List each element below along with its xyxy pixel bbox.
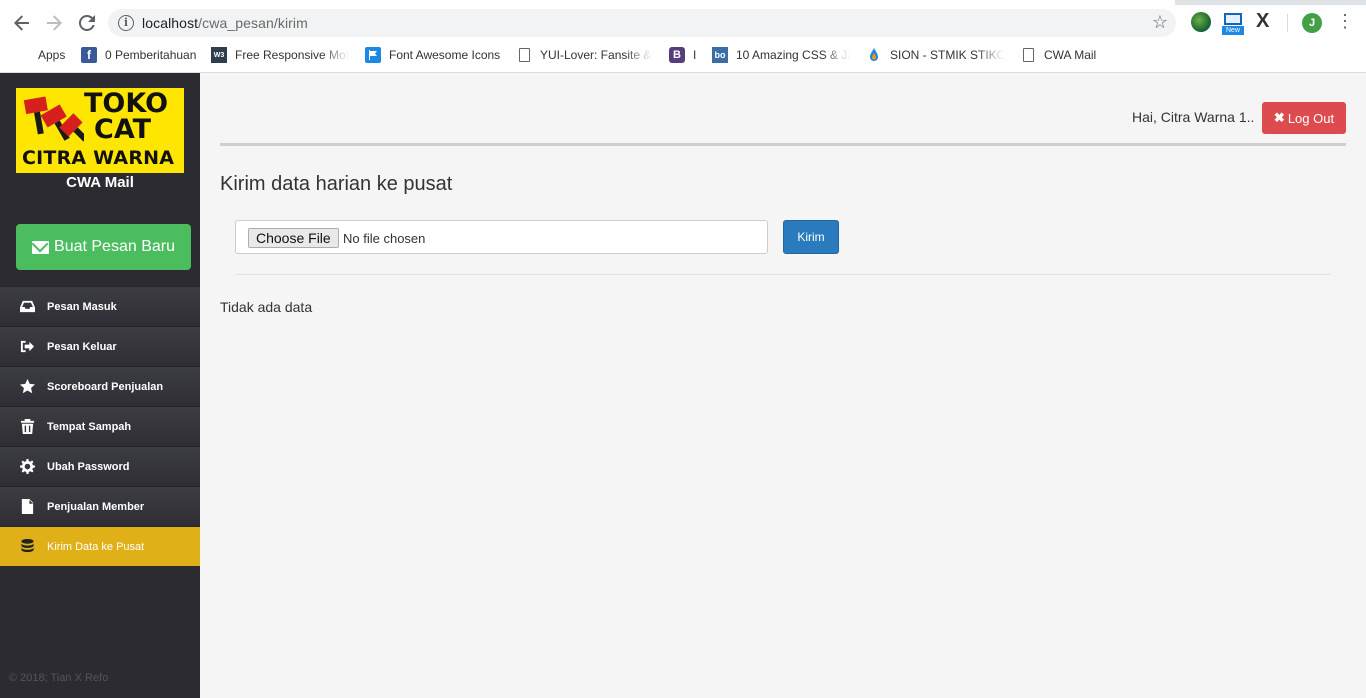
close-icon: ✖ xyxy=(1273,110,1285,125)
document-icon xyxy=(1020,47,1036,63)
back-icon[interactable] xyxy=(11,12,33,34)
bootstrap-icon: B xyxy=(669,47,685,63)
compose-label: Buat Pesan Baru xyxy=(54,238,175,255)
submit-button[interactable]: Kirim xyxy=(783,220,839,254)
bookmark-10-amazing[interactable]: bo 10 Amazing CSS & Ja xyxy=(712,44,850,66)
sidebar-item-ubah-password[interactable]: Ubah Password xyxy=(0,446,200,486)
sidebar: TOKO CAT CITRA WARNA CWA Mail Buat Pesan… xyxy=(0,73,200,698)
drop-icon xyxy=(866,47,882,63)
choose-file-button[interactable]: Choose File xyxy=(248,228,339,248)
sidebar-item-label: Ubah Password xyxy=(47,460,130,473)
w3-icon: W3 xyxy=(211,47,227,63)
tab-strip xyxy=(0,0,1366,5)
info-icon[interactable]: i xyxy=(118,15,134,31)
x-extension-icon[interactable]: X xyxy=(1256,10,1276,32)
apps-grid-icon xyxy=(14,47,30,63)
logout-button[interactable]: ✖ Log Out xyxy=(1262,102,1346,134)
bookmark-label: SION - STMIK STIKOI xyxy=(890,48,1004,62)
sidebar-item-label: Kirim Data ke Pusat xyxy=(47,540,145,553)
address-bar[interactable]: i localhost/cwa_pesan/kirim ☆ xyxy=(108,9,1176,37)
toolbar-divider xyxy=(1287,14,1288,32)
new-badge: New xyxy=(1222,26,1244,35)
bookmark-label: Free Responsive Mob xyxy=(235,48,349,62)
bookmark-yui-lover[interactable]: YUI-Lover: Fansite & xyxy=(516,44,652,66)
app-name: CWA Mail xyxy=(66,174,134,191)
file-icon xyxy=(19,499,35,515)
star-icon xyxy=(19,379,35,395)
sidebar-item-label: Pesan Keluar xyxy=(47,340,117,353)
sidebar-item-kirim-data[interactable]: Kirim Data ke Pusat xyxy=(0,526,200,566)
trash-icon xyxy=(19,419,35,435)
sidebar-item-label: Scoreboard Penjualan xyxy=(47,380,164,393)
bookmark-font-awesome[interactable]: Font Awesome Icons xyxy=(365,44,500,66)
bookmark-free-responsive[interactable]: W3 Free Responsive Mob xyxy=(211,44,349,66)
bookmark-label: 10 Amazing CSS & Ja xyxy=(736,48,850,62)
empty-state-message: Tidak ada data xyxy=(220,299,313,315)
url-text[interactable]: localhost/cwa_pesan/kirim xyxy=(142,15,308,31)
reload-icon[interactable] xyxy=(76,12,98,34)
profile-avatar[interactable]: J xyxy=(1302,13,1322,33)
envelope-icon xyxy=(32,240,50,254)
sidebar-item-tempat-sampah[interactable]: Tempat Sampah xyxy=(0,406,200,446)
document-icon xyxy=(516,47,532,63)
bookmark-bootstrap[interactable]: B I xyxy=(669,44,696,66)
sidebar-item-pesan-keluar[interactable]: Pesan Keluar xyxy=(0,326,200,366)
header-divider xyxy=(220,143,1346,146)
logo-text-citra-warna: CITRA WARNA xyxy=(22,147,175,169)
new-extension-icon[interactable]: New xyxy=(1222,13,1244,35)
facebook-icon: f xyxy=(81,47,97,63)
bookmark-sion[interactable]: SION - STMIK STIKOI xyxy=(866,44,1004,66)
browser-toolbar: i localhost/cwa_pesan/kirim ☆ New X J ⋮ … xyxy=(0,0,1366,73)
forward-icon[interactable] xyxy=(43,12,65,34)
database-icon xyxy=(19,539,35,555)
gear-icon xyxy=(19,459,35,475)
bookmark-label: CWA Mail xyxy=(1044,48,1097,62)
user-greeting: Hai, Citra Warna 1.. xyxy=(1132,109,1255,125)
bo-icon: bo xyxy=(712,47,728,63)
bookmark-label: Font Awesome Icons xyxy=(389,48,501,62)
main-content: Hai, Citra Warna 1.. ✖ Log Out Kirim dat… xyxy=(200,73,1366,698)
sign-out-icon xyxy=(19,339,35,355)
logout-label: Log Out xyxy=(1287,110,1335,126)
inbox-icon xyxy=(19,299,35,315)
bookmark-label: YUI-Lover: Fansite & xyxy=(540,48,652,62)
sidebar-item-label: Tempat Sampah xyxy=(47,420,132,433)
globe-extension-icon[interactable] xyxy=(1191,12,1211,32)
sidebar-item-pesan-masuk[interactable]: Pesan Masuk xyxy=(0,286,200,326)
bookmark-star-icon[interactable]: ☆ xyxy=(1152,12,1168,33)
compose-button[interactable]: Buat Pesan Baru xyxy=(16,224,191,270)
page-title: Kirim data harian ke pusat xyxy=(220,173,453,195)
footer-copyright: © 2018; Tian X Refo xyxy=(9,672,109,684)
kebab-menu-icon[interactable]: ⋮ xyxy=(1336,11,1354,31)
sidebar-item-scoreboard[interactable]: Scoreboard Penjualan xyxy=(0,366,200,406)
toko-cat-logo[interactable]: TOKO CAT CITRA WARNA xyxy=(16,88,184,173)
flag-icon xyxy=(365,47,381,63)
file-status-text: No file chosen xyxy=(343,231,426,246)
bookmark-cwa-mail[interactable]: CWA Mail xyxy=(1020,44,1096,66)
bookmark-label: Apps xyxy=(38,48,66,62)
form-divider xyxy=(235,274,1331,275)
sidebar-item-label: Pesan Masuk xyxy=(47,300,117,313)
file-input[interactable]: Choose File No file chosen xyxy=(235,220,768,254)
bookmarks-bar: Apps f 0 Pemberitahuan W3 Free Responsiv… xyxy=(0,44,1366,66)
bookmark-apps[interactable]: Apps xyxy=(14,44,65,66)
paint-brushes-logo-graphic xyxy=(23,96,84,142)
logo-text-cat: CAT xyxy=(94,114,152,145)
sidebar-item-penjualan-member[interactable]: Penjualan Member xyxy=(0,486,200,526)
sidebar-item-label: Penjualan Member xyxy=(47,500,145,513)
bookmark-pemberitahuan[interactable]: f 0 Pemberitahuan xyxy=(81,44,196,66)
bookmark-label: I xyxy=(693,48,697,62)
sidebar-menu: Pesan Masuk Pesan Keluar Scoreboard Penj… xyxy=(0,286,200,566)
bookmark-label: 0 Pemberitahuan xyxy=(105,48,197,62)
